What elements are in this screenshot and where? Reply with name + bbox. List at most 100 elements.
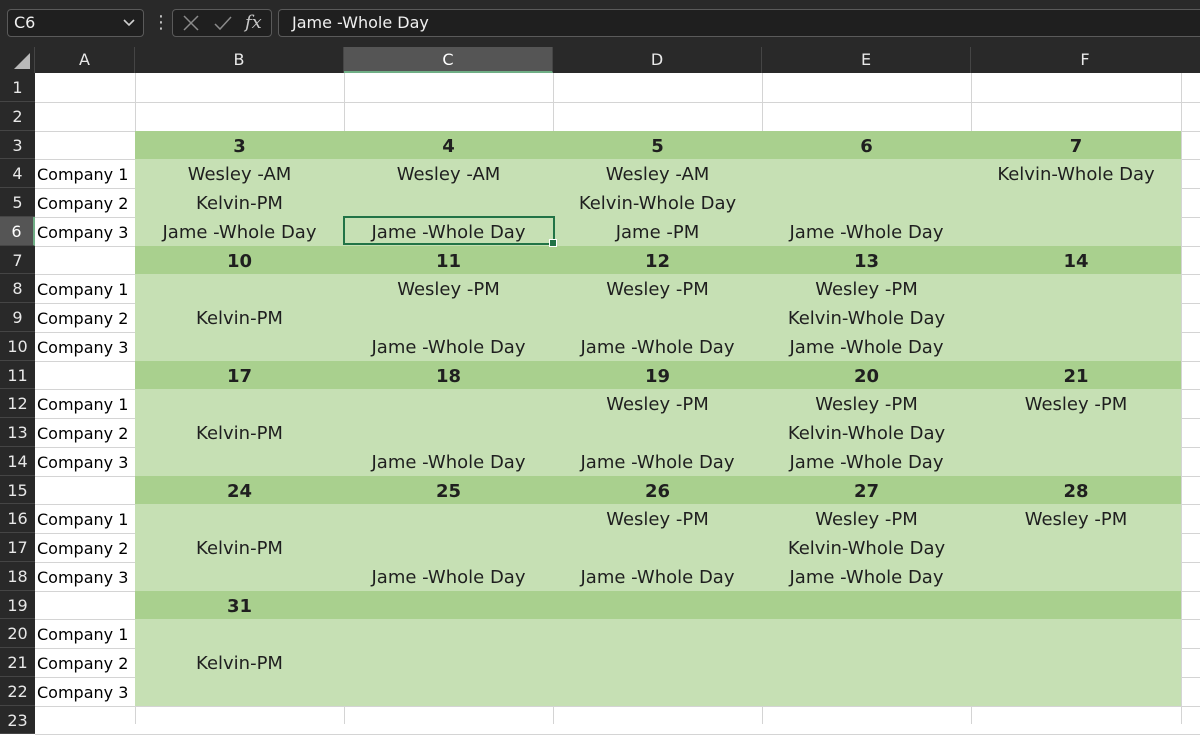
column-header-c[interactable]: C <box>344 47 553 73</box>
schedule-entry-cell[interactable]: Jame -PM <box>553 217 762 246</box>
row-header-1[interactable]: 1 <box>0 73 35 102</box>
column-header-b[interactable]: B <box>135 47 344 73</box>
schedule-entry-cell[interactable]: Jame -Whole Day <box>344 332 553 361</box>
column-header-a[interactable]: A <box>35 47 135 73</box>
row-header-6[interactable]: 6 <box>0 216 35 246</box>
schedule-entry-cell[interactable]: Jame -Whole Day <box>762 332 971 361</box>
schedule-entry-cell[interactable]: Kelvin-Whole Day <box>762 303 971 332</box>
company-label-cell[interactable]: Company 2 <box>37 533 128 562</box>
day-number-cell[interactable]: 12 <box>553 246 762 275</box>
schedule-entry-cell[interactable]: Jame -Whole Day <box>762 447 971 476</box>
calendar-title[interactable] <box>553 102 762 131</box>
day-number-cell[interactable]: 28 <box>971 476 1181 505</box>
schedule-entry-cell[interactable]: Wesley -PM <box>762 274 971 303</box>
schedule-entry-cell[interactable]: Wesley -PM <box>762 504 971 533</box>
row-header-2[interactable]: 2 <box>0 101 35 131</box>
company-label-cell[interactable]: Company 1 <box>37 504 128 533</box>
check-icon[interactable] <box>213 14 233 32</box>
company-label-cell[interactable]: Company 1 <box>37 274 128 303</box>
row-header-4[interactable]: 4 <box>0 159 35 188</box>
schedule-entry-cell[interactable]: Jame -Whole Day <box>135 217 344 246</box>
day-number-cell[interactable]: 3 <box>135 131 344 160</box>
day-number-cell[interactable]: 17 <box>135 361 344 390</box>
day-number-cell[interactable]: 7 <box>971 131 1181 160</box>
row-header-11[interactable]: 11 <box>0 360 35 390</box>
day-number-cell[interactable]: 4 <box>344 131 553 160</box>
row-header-16[interactable]: 16 <box>0 504 35 533</box>
column-header-e[interactable]: E <box>762 47 971 73</box>
company-label-cell[interactable]: Company 3 <box>37 677 128 706</box>
row-header-19[interactable]: 19 <box>0 590 35 620</box>
day-number-cell[interactable]: 19 <box>553 361 762 390</box>
select-all-button[interactable] <box>0 47 35 73</box>
company-label-cell[interactable]: Company 2 <box>37 188 128 217</box>
row-header-5[interactable]: 5 <box>0 188 35 217</box>
schedule-entry-cell[interactable]: Kelvin-PM <box>135 303 344 332</box>
day-number-cell[interactable]: 14 <box>971 246 1181 275</box>
more-vertical-icon[interactable]: ⋮ <box>152 9 170 37</box>
row-header-9[interactable]: 9 <box>0 303 35 332</box>
schedule-entry-cell[interactable]: Wesley -PM <box>762 389 971 418</box>
schedule-entry-cell[interactable]: Jame -Whole Day <box>553 447 762 476</box>
schedule-entry-cell[interactable]: Wesley -AM <box>344 159 553 188</box>
company-label-cell[interactable]: Company 1 <box>37 159 128 188</box>
day-number-cell[interactable]: 10 <box>135 246 344 275</box>
day-number-cell[interactable]: 13 <box>762 246 971 275</box>
day-number-cell[interactable]: 25 <box>344 476 553 505</box>
row-header-3[interactable]: 3 <box>0 130 35 160</box>
schedule-entry-cell[interactable]: Jame -Whole Day <box>553 562 762 591</box>
row-header-10[interactable]: 10 <box>0 331 35 361</box>
schedule-entry-cell[interactable]: Wesley -AM <box>135 159 344 188</box>
row-header-20[interactable]: 20 <box>0 619 35 648</box>
schedule-entry-cell[interactable]: Wesley -PM <box>971 504 1181 533</box>
schedule-entry-cell[interactable]: Wesley -AM <box>553 159 762 188</box>
company-label-cell[interactable]: Company 2 <box>37 303 128 332</box>
schedule-entry-cell[interactable]: Kelvin-Whole Day <box>762 533 971 562</box>
column-header-d[interactable]: D <box>553 47 762 73</box>
schedule-entry-cell[interactable]: Kelvin-Whole Day <box>971 159 1181 188</box>
schedule-entry-cell[interactable]: Wesley -PM <box>344 274 553 303</box>
schedule-entry-cell[interactable]: Jame -Whole Day <box>553 332 762 361</box>
chevron-down-icon[interactable] <box>122 10 136 36</box>
schedule-entry-cell[interactable]: Jame -Whole Day <box>762 562 971 591</box>
schedule-entry-cell[interactable]: Wesley -PM <box>553 504 762 533</box>
row-header-22[interactable]: 22 <box>0 676 35 706</box>
cancel-x-icon[interactable] <box>181 14 201 32</box>
company-label-cell[interactable]: Company 3 <box>37 447 128 476</box>
row-header-21[interactable]: 21 <box>0 648 35 677</box>
company-label-cell[interactable]: Company 1 <box>37 389 128 418</box>
schedule-entry-cell[interactable]: Kelvin-PM <box>135 188 344 217</box>
company-label-cell[interactable]: Company 3 <box>37 332 128 361</box>
day-number-cell[interactable]: 31 <box>135 591 344 620</box>
company-label-cell[interactable]: Company 3 <box>37 217 128 246</box>
schedule-entry-cell[interactable]: Kelvin-Whole Day <box>762 418 971 447</box>
row-header-8[interactable]: 8 <box>0 274 35 303</box>
row-header-12[interactable]: 12 <box>0 389 35 418</box>
row-header-15[interactable]: 15 <box>0 475 35 505</box>
day-number-cell[interactable]: 26 <box>553 476 762 505</box>
row-header-13[interactable]: 13 <box>0 418 35 447</box>
row-header-18[interactable]: 18 <box>0 561 35 591</box>
formula-input[interactable]: Jame -Whole Day <box>278 9 1200 37</box>
fill-handle[interactable] <box>549 239 557 247</box>
company-label-cell[interactable]: Company 1 <box>37 619 128 648</box>
schedule-entry-cell[interactable]: Jame -Whole Day <box>344 447 553 476</box>
company-label-cell[interactable]: Company 3 <box>37 562 128 591</box>
schedule-entry-cell[interactable]: Kelvin-PM <box>135 533 344 562</box>
name-box[interactable]: C6 <box>7 9 144 37</box>
schedule-entry-cell[interactable]: Wesley -PM <box>553 389 762 418</box>
day-number-cell[interactable]: 18 <box>344 361 553 390</box>
schedule-entry-cell[interactable]: Jame -Whole Day <box>344 562 553 591</box>
function-icon[interactable]: fx <box>245 10 262 36</box>
schedule-entry-cell[interactable]: Wesley -PM <box>553 274 762 303</box>
day-number-cell[interactable]: 21 <box>971 361 1181 390</box>
company-label-cell[interactable]: Company 2 <box>37 418 128 447</box>
day-number-cell[interactable]: 5 <box>553 131 762 160</box>
day-number-cell[interactable]: 11 <box>344 246 553 275</box>
day-number-cell[interactable]: 27 <box>762 476 971 505</box>
company-label-cell[interactable]: Company 2 <box>37 648 128 677</box>
day-number-cell[interactable]: 6 <box>762 131 971 160</box>
active-cell-outline[interactable] <box>343 216 557 247</box>
schedule-entry-cell[interactable]: Kelvin-PM <box>135 648 344 677</box>
schedule-entry-cell[interactable]: Kelvin-Whole Day <box>553 188 762 217</box>
